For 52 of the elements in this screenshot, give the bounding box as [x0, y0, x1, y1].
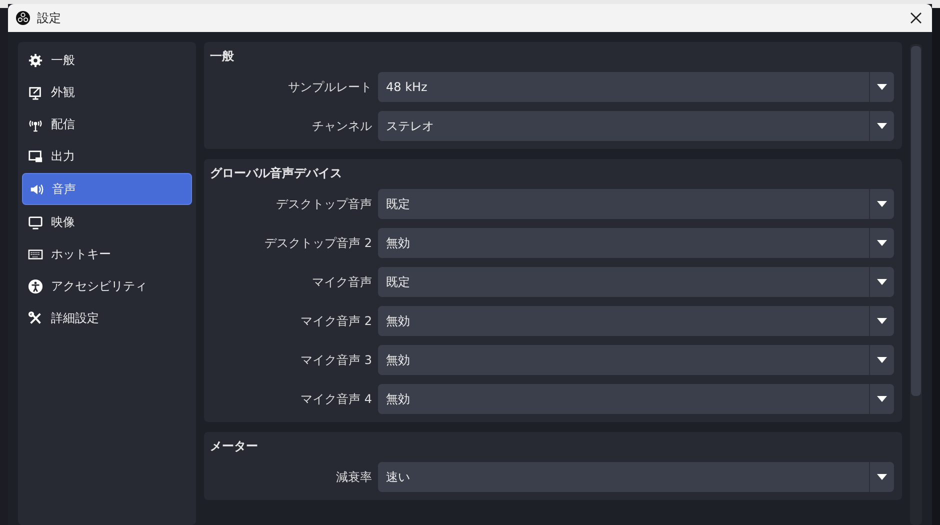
monitor-icon: [28, 214, 43, 230]
dropdown[interactable]: 無効: [378, 228, 894, 258]
close-icon[interactable]: [910, 12, 922, 24]
field-label: マイク音声 2: [300, 312, 372, 330]
field-label: デスクトップ音声 2: [264, 234, 372, 252]
sidebar-item[interactable]: 外観: [22, 77, 192, 107]
accessibility-icon: [28, 278, 43, 294]
caret-icon: [877, 201, 887, 207]
group-title: メーター: [210, 438, 259, 455]
field-label: デスクトップ音声: [275, 196, 372, 212]
keyboard-icon: [28, 246, 43, 262]
group-title: 一般: [210, 48, 235, 65]
field-label: 減衰率: [335, 468, 372, 486]
dropdown[interactable]: 速い: [378, 462, 894, 492]
field-label: マイク音声: [311, 274, 372, 290]
sidebar-item[interactable]: 出力: [22, 141, 192, 171]
output-icon: [28, 148, 43, 164]
appearance-icon: [28, 84, 43, 100]
dropdown[interactable]: 無効: [378, 306, 894, 336]
dropdown[interactable]: 48 kHz: [378, 72, 894, 102]
sidebar-item[interactable]: 音声: [22, 173, 192, 205]
field-label: チャンネル: [311, 118, 372, 134]
field-label: マイク音声 3: [300, 352, 372, 368]
group-title: グローバル音声デバイス: [210, 165, 343, 182]
caret-icon: [877, 240, 887, 246]
window-title: 設定: [37, 10, 61, 26]
scrollbar-thumb[interactable]: [911, 46, 921, 396]
tools-icon: [28, 310, 43, 326]
dropdown[interactable]: 既定: [378, 189, 894, 219]
sidebar-item[interactable]: アクセシビリティ: [22, 271, 192, 301]
dropdown[interactable]: 無効: [378, 384, 894, 414]
sidebar-item[interactable]: 一般: [22, 45, 192, 75]
caret-icon: [877, 84, 887, 90]
sidebar-item[interactable]: 映像: [22, 207, 192, 237]
caret-icon: [877, 123, 887, 129]
caret-icon: [877, 279, 887, 285]
gear-icon: [28, 52, 43, 68]
sidebar-item[interactable]: 配信: [22, 109, 192, 139]
dropdown[interactable]: ステレオ: [378, 111, 894, 141]
field-label: マイク音声 4: [300, 390, 372, 408]
field-label: サンプルレート: [287, 78, 372, 96]
sidebar-item[interactable]: ホットキー: [22, 239, 192, 269]
dropdown[interactable]: 既定: [378, 267, 894, 297]
caret-icon: [877, 474, 887, 480]
logo-icon: [16, 11, 30, 25]
caret-icon: [877, 318, 887, 324]
dropdown[interactable]: 無効: [378, 345, 894, 375]
caret-icon: [877, 357, 887, 363]
sidebar-item[interactable]: 詳細設定: [22, 303, 192, 333]
speaker-icon: [29, 182, 44, 196]
scrollbar[interactable]: [910, 44, 922, 525]
caret-icon: [877, 396, 887, 402]
